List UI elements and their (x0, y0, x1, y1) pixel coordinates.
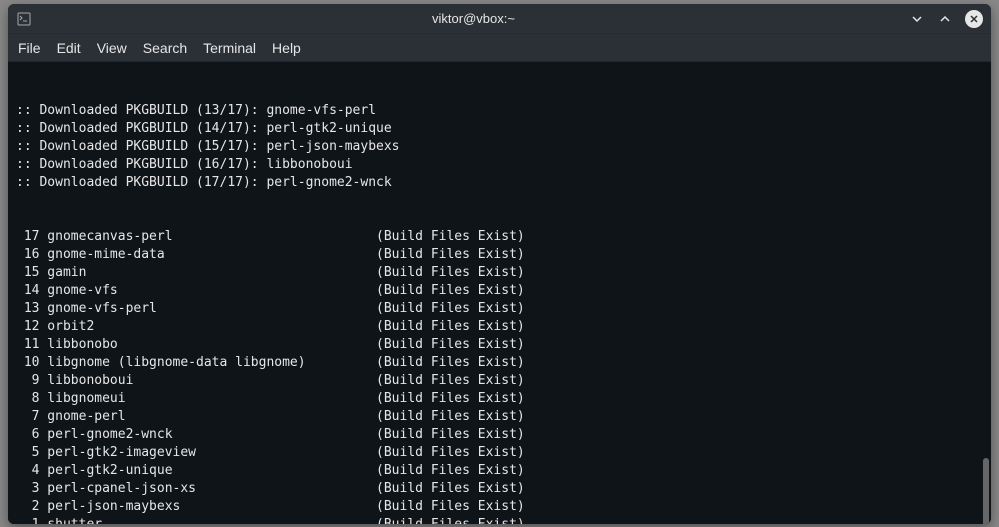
terminal-output[interactable]: :: Downloaded PKGBUILD (13/17): gnome-vf… (8, 62, 991, 524)
maximize-button[interactable] (937, 11, 953, 27)
download-line: :: Downloaded PKGBUILD (15/17): perl-jso… (16, 138, 983, 156)
menu-edit[interactable]: Edit (57, 40, 81, 56)
download-line: :: Downloaded PKGBUILD (17/17): perl-gno… (16, 174, 983, 192)
titlebar: viktor@vbox:~ (8, 4, 991, 34)
package-line: 13 gnome-vfs-perl (Build Files Exist) (16, 300, 983, 318)
package-line: 7 gnome-perl (Build Files Exist) (16, 408, 983, 426)
package-line: 2 perl-json-maybexs (Build Files Exist) (16, 498, 983, 516)
close-button[interactable] (965, 10, 983, 28)
package-line: 9 libbonoboui (Build Files Exist) (16, 372, 983, 390)
menu-file[interactable]: File (18, 40, 41, 56)
menu-help[interactable]: Help (272, 40, 301, 56)
package-line: 3 perl-cpanel-json-xs (Build Files Exist… (16, 480, 983, 498)
package-line: 15 gamin (Build Files Exist) (16, 264, 983, 282)
download-line: :: Downloaded PKGBUILD (14/17): perl-gtk… (16, 120, 983, 138)
menubar: File Edit View Search Terminal Help (8, 34, 991, 62)
package-line: 12 orbit2 (Build Files Exist) (16, 318, 983, 336)
package-line: 6 perl-gnome2-wnck (Build Files Exist) (16, 426, 983, 444)
package-line: 4 perl-gtk2-unique (Build Files Exist) (16, 462, 983, 480)
menu-search[interactable]: Search (143, 40, 187, 56)
package-line: 11 libbonobo (Build Files Exist) (16, 336, 983, 354)
package-line: 1 shutter (Build Files Exist) (16, 516, 983, 524)
minimize-button[interactable] (909, 11, 925, 27)
download-line: :: Downloaded PKGBUILD (13/17): gnome-vf… (16, 102, 983, 120)
download-line: :: Downloaded PKGBUILD (16/17): libbonob… (16, 156, 983, 174)
package-line: 16 gnome-mime-data (Build Files Exist) (16, 246, 983, 264)
window-controls (909, 10, 983, 28)
window-title: viktor@vbox:~ (38, 11, 909, 26)
package-line: 17 gnomecanvas-perl (Build Files Exist) (16, 228, 983, 246)
scrollbar-thumb[interactable] (983, 458, 989, 524)
terminal-window: viktor@vbox:~ File Edit View Search Term… (8, 4, 991, 524)
package-line: 10 libgnome (libgnome-data libgnome) (Bu… (16, 354, 983, 372)
package-line: 5 perl-gtk2-imageview (Build Files Exist… (16, 444, 983, 462)
terminal-app-icon (16, 11, 32, 27)
menu-view[interactable]: View (97, 40, 127, 56)
menu-terminal[interactable]: Terminal (203, 40, 256, 56)
package-line: 14 gnome-vfs (Build Files Exist) (16, 282, 983, 300)
package-line: 8 libgnomeui (Build Files Exist) (16, 390, 983, 408)
